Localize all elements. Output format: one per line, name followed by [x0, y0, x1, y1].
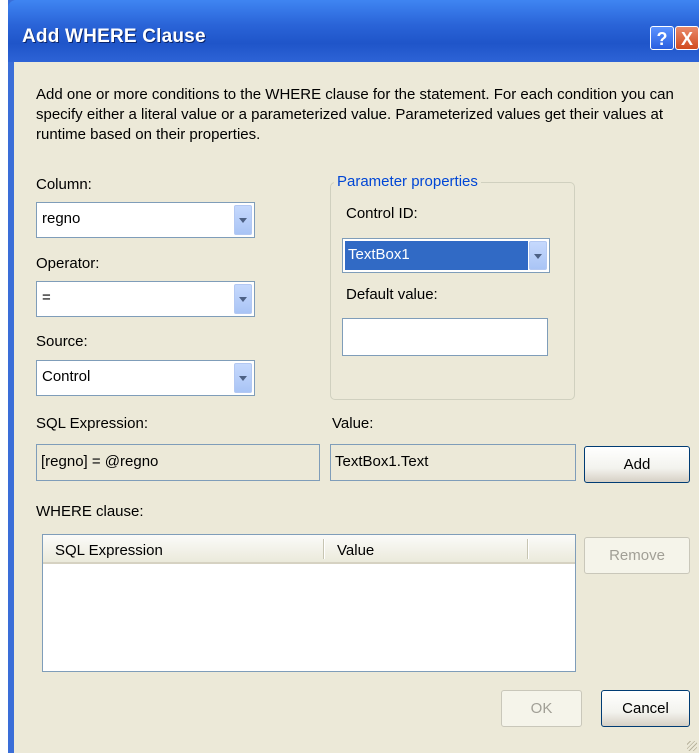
control-id-value: TextBox1 [348, 246, 410, 263]
column-label: Column: [36, 176, 92, 193]
source-label: Source: [36, 333, 88, 350]
operator-label: Operator: [36, 255, 100, 272]
control-id-label: Control ID: [346, 205, 418, 222]
operator-dropdown[interactable]: = [36, 281, 255, 317]
column-header-sql-expression[interactable]: SQL Expression [55, 542, 163, 559]
title-bar[interactable]: Add WHERE Clause ? X [8, 0, 699, 62]
chevron-down-icon[interactable] [529, 241, 547, 270]
column-dropdown[interactable]: regno [36, 202, 255, 238]
resize-grip-icon[interactable] [687, 741, 697, 751]
value-field: TextBox1.Text [330, 444, 576, 481]
parameter-properties-legend: Parameter properties [334, 173, 481, 190]
dialog-body: Add one or more conditions to the WHERE … [14, 62, 699, 753]
control-id-dropdown[interactable]: TextBox1 [342, 238, 550, 273]
sql-expression-field: [regno] = @regno [36, 444, 320, 481]
add-button[interactable]: Add [584, 446, 690, 483]
column-value: regno [42, 210, 81, 227]
chevron-down-icon[interactable] [234, 205, 252, 235]
where-clause-list[interactable]: SQL Expression Value [42, 534, 576, 672]
column-divider[interactable] [323, 539, 325, 559]
source-value: Control [42, 368, 91, 385]
operator-value: = [42, 289, 51, 306]
close-icon: X [680, 29, 693, 49]
dialog-title: Add WHERE Clause [22, 26, 206, 47]
default-value-input[interactable] [342, 318, 548, 356]
remove-button[interactable]: Remove [584, 537, 690, 574]
where-clause-label: WHERE clause: [36, 503, 144, 520]
help-button[interactable]: ? [650, 26, 674, 50]
close-button[interactable]: X [675, 26, 699, 50]
value-text: TextBox1.Text [335, 453, 429, 470]
chevron-down-icon[interactable] [234, 284, 252, 314]
sql-expression-label: SQL Expression: [36, 415, 148, 432]
list-header: SQL Expression Value [43, 535, 575, 564]
column-divider[interactable] [527, 539, 529, 559]
column-header-value[interactable]: Value [337, 542, 374, 559]
default-value-label: Default value: [346, 286, 438, 303]
sql-expression-value: [regno] = @regno [41, 453, 159, 470]
description-text: Add one or more conditions to the WHERE … [36, 86, 674, 143]
dialog-window: Add WHERE Clause ? X Add one or more con… [8, 0, 699, 753]
cancel-button[interactable]: Cancel [601, 690, 690, 727]
help-icon: ? [656, 29, 668, 49]
value-label: Value: [332, 415, 374, 432]
chevron-down-icon[interactable] [234, 363, 252, 393]
ok-button[interactable]: OK [501, 690, 582, 727]
source-dropdown[interactable]: Control [36, 360, 255, 396]
